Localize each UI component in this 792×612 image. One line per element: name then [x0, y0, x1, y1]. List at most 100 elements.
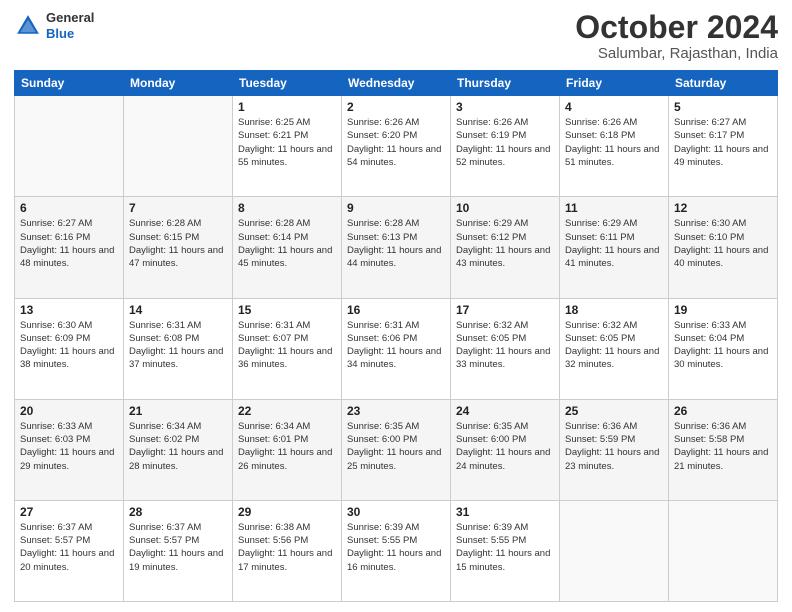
cell-info: Sunrise: 6:31 AM Sunset: 6:07 PM Dayligh… [238, 319, 336, 372]
calendar-cell [124, 96, 233, 197]
cell-info: Sunrise: 6:27 AM Sunset: 6:17 PM Dayligh… [674, 116, 772, 169]
cell-day-number: 26 [674, 404, 772, 418]
cell-info: Sunrise: 6:33 AM Sunset: 6:04 PM Dayligh… [674, 319, 772, 372]
cell-day-number: 30 [347, 505, 445, 519]
calendar-cell: 10Sunrise: 6:29 AM Sunset: 6:12 PM Dayli… [451, 197, 560, 298]
calendar-cell: 16 Sunrise: 6:31 AM Sunset: 6:06 PM Dayli… [342, 298, 451, 399]
cell-info: Sunrise: 6:39 AM Sunset: 5:55 PM Dayligh… [456, 521, 554, 574]
title-location: Salumbar, Rajasthan, India [575, 45, 778, 62]
cell-info: Sunrise: 6:32 AM Sunset: 6:05 PM Dayligh… [565, 319, 663, 372]
calendar-cell: 13Sunrise: 6:30 AM Sunset: 6:09 PM Dayli… [15, 298, 124, 399]
calendar-cell: 6Sunrise: 6:27 AM Sunset: 6:16 PM Daylig… [15, 197, 124, 298]
cell-info: Sunrise: 6:35 AM Sunset: 6:00 PM Dayligh… [347, 420, 445, 473]
title-month: October 2024 [575, 10, 778, 45]
cell-info: Sunrise: 6:32 AM Sunset: 6:05 PM Dayligh… [456, 319, 554, 372]
logo-icon [14, 12, 42, 40]
calendar-week-row: 27 Sunrise: 6:37 AM Sunset: 5:57 PM Dayli… [15, 500, 778, 601]
cell-info: Sunrise: 6:31 AM Sunset: 6:06 PM Dayligh… [347, 319, 445, 372]
cell-info: Sunrise: 6:30 AM Sunset: 6:10 PM Dayligh… [674, 217, 772, 270]
calendar-cell: 25Sunrise: 6:36 AM Sunset: 5:59 PM Dayli… [560, 399, 669, 500]
cell-info: Sunrise: 6:36 AM Sunset: 5:58 PM Dayligh… [674, 420, 772, 473]
cell-day-number: 21 [129, 404, 227, 418]
cell-day-number: 25 [565, 404, 663, 418]
calendar-week-row: 13Sunrise: 6:30 AM Sunset: 6:09 PM Dayli… [15, 298, 778, 399]
calendar-cell: 2Sunrise: 6:26 AM Sunset: 6:20 PM Daylig… [342, 96, 451, 197]
cell-info: Sunrise: 6:33 AM Sunset: 6:03 PM Dayligh… [20, 420, 118, 473]
logo-general: General [46, 10, 94, 26]
cell-day-number: 14 [129, 303, 227, 317]
cell-info: Sunrise: 6:30 AM Sunset: 6:09 PM Dayligh… [20, 319, 118, 372]
calendar-cell [669, 500, 778, 601]
col-header-tuesday: Tuesday [233, 71, 342, 96]
cell-day-number: 4 [565, 100, 663, 114]
cell-info: Sunrise: 6:28 AM Sunset: 6:13 PM Dayligh… [347, 217, 445, 270]
calendar-header-row: SundayMondayTuesdayWednesdayThursdayFrid… [15, 71, 778, 96]
calendar-cell: 17 Sunrise: 6:32 AM Sunset: 6:05 PM Dayli… [451, 298, 560, 399]
calendar-table: SundayMondayTuesdayWednesdayThursdayFrid… [14, 70, 778, 602]
page: General Blue October 2024 Salumbar, Raja… [0, 0, 792, 612]
cell-day-number: 3 [456, 100, 554, 114]
title-block: October 2024 Salumbar, Rajasthan, India [575, 10, 778, 62]
cell-day-number: 29 [238, 505, 336, 519]
calendar-cell: 18Sunrise: 6:32 AM Sunset: 6:05 PM Dayli… [560, 298, 669, 399]
cell-info: Sunrise: 6:37 AM Sunset: 5:57 PM Dayligh… [129, 521, 227, 574]
cell-info: Sunrise: 6:38 AM Sunset: 5:56 PM Dayligh… [238, 521, 336, 574]
cell-info: Sunrise: 6:34 AM Sunset: 6:01 PM Dayligh… [238, 420, 336, 473]
cell-info: Sunrise: 6:39 AM Sunset: 5:55 PM Dayligh… [347, 521, 445, 574]
cell-info: Sunrise: 6:34 AM Sunset: 6:02 PM Dayligh… [129, 420, 227, 473]
cell-day-number: 1 [238, 100, 336, 114]
cell-day-number: 10 [456, 201, 554, 215]
calendar-cell: 11Sunrise: 6:29 AM Sunset: 6:11 PM Dayli… [560, 197, 669, 298]
col-header-saturday: Saturday [669, 71, 778, 96]
calendar-cell: 19 Sunrise: 6:33 AM Sunset: 6:04 PM Dayli… [669, 298, 778, 399]
cell-day-number: 2 [347, 100, 445, 114]
cell-day-number: 17 [456, 303, 554, 317]
col-header-friday: Friday [560, 71, 669, 96]
cell-day-number: 12 [674, 201, 772, 215]
calendar-cell: 15 Sunrise: 6:31 AM Sunset: 6:07 PM Dayli… [233, 298, 342, 399]
cell-info: Sunrise: 6:28 AM Sunset: 6:14 PM Dayligh… [238, 217, 336, 270]
cell-info: Sunrise: 6:29 AM Sunset: 6:11 PM Dayligh… [565, 217, 663, 270]
calendar-cell: 29 Sunrise: 6:38 AM Sunset: 5:56 PM Dayli… [233, 500, 342, 601]
calendar-cell: 26 Sunrise: 6:36 AM Sunset: 5:58 PM Dayli… [669, 399, 778, 500]
calendar-cell: 1Sunrise: 6:25 AM Sunset: 6:21 PM Daylig… [233, 96, 342, 197]
calendar-cell: 28Sunrise: 6:37 AM Sunset: 5:57 PM Dayli… [124, 500, 233, 601]
cell-day-number: 31 [456, 505, 554, 519]
cell-day-number: 15 [238, 303, 336, 317]
cell-day-number: 19 [674, 303, 772, 317]
cell-day-number: 20 [20, 404, 118, 418]
calendar-cell: 20 Sunrise: 6:33 AM Sunset: 6:03 PM Dayli… [15, 399, 124, 500]
calendar-cell: 23 Sunrise: 6:35 AM Sunset: 6:00 PM Dayli… [342, 399, 451, 500]
cell-info: Sunrise: 6:26 AM Sunset: 6:19 PM Dayligh… [456, 116, 554, 169]
cell-day-number: 16 [347, 303, 445, 317]
calendar-cell: 12 Sunrise: 6:30 AM Sunset: 6:10 PM Dayli… [669, 197, 778, 298]
cell-info: Sunrise: 6:35 AM Sunset: 6:00 PM Dayligh… [456, 420, 554, 473]
calendar-cell [560, 500, 669, 601]
cell-day-number: 9 [347, 201, 445, 215]
calendar-cell: 24 Sunrise: 6:35 AM Sunset: 6:00 PM Dayli… [451, 399, 560, 500]
calendar-cell: 22 Sunrise: 6:34 AM Sunset: 6:01 PM Dayli… [233, 399, 342, 500]
col-header-sunday: Sunday [15, 71, 124, 96]
calendar-week-row: 6Sunrise: 6:27 AM Sunset: 6:16 PM Daylig… [15, 197, 778, 298]
calendar-cell: 9 Sunrise: 6:28 AM Sunset: 6:13 PM Daylig… [342, 197, 451, 298]
calendar-cell: 30 Sunrise: 6:39 AM Sunset: 5:55 PM Dayli… [342, 500, 451, 601]
col-header-thursday: Thursday [451, 71, 560, 96]
calendar-cell: 3 Sunrise: 6:26 AM Sunset: 6:19 PM Daylig… [451, 96, 560, 197]
calendar-cell: 31 Sunrise: 6:39 AM Sunset: 5:55 PM Dayli… [451, 500, 560, 601]
cell-day-number: 27 [20, 505, 118, 519]
col-header-wednesday: Wednesday [342, 71, 451, 96]
calendar-week-row: 20 Sunrise: 6:33 AM Sunset: 6:03 PM Dayli… [15, 399, 778, 500]
calendar-cell: 8Sunrise: 6:28 AM Sunset: 6:14 PM Daylig… [233, 197, 342, 298]
calendar-cell: 7Sunrise: 6:28 AM Sunset: 6:15 PM Daylig… [124, 197, 233, 298]
cell-day-number: 7 [129, 201, 227, 215]
cell-info: Sunrise: 6:31 AM Sunset: 6:08 PM Dayligh… [129, 319, 227, 372]
cell-day-number: 24 [456, 404, 554, 418]
cell-day-number: 5 [674, 100, 772, 114]
cell-day-number: 23 [347, 404, 445, 418]
col-header-monday: Monday [124, 71, 233, 96]
calendar-cell: 21 Sunrise: 6:34 AM Sunset: 6:02 PM Dayli… [124, 399, 233, 500]
calendar-cell: 5 Sunrise: 6:27 AM Sunset: 6:17 PM Daylig… [669, 96, 778, 197]
logo: General Blue [14, 10, 94, 41]
cell-day-number: 22 [238, 404, 336, 418]
cell-info: Sunrise: 6:37 AM Sunset: 5:57 PM Dayligh… [20, 521, 118, 574]
